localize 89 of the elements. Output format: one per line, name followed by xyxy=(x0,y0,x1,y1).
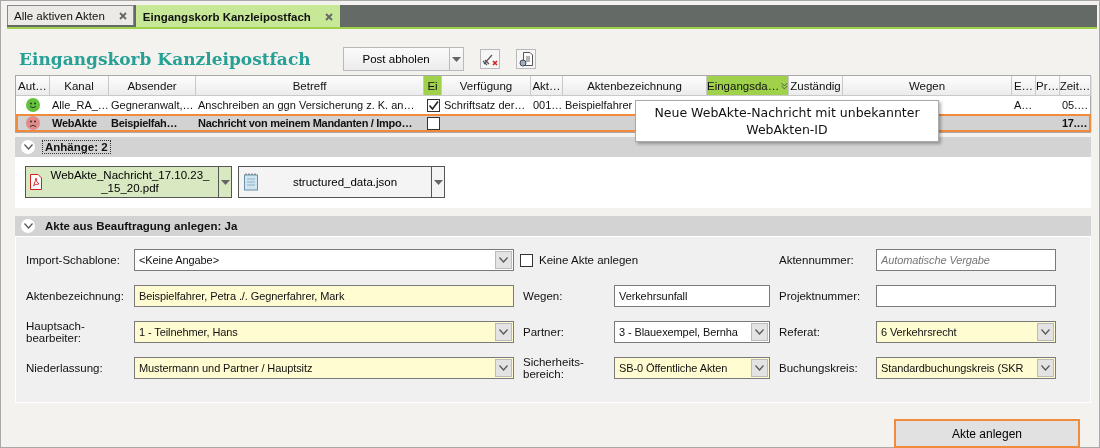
column-header[interactable]: Zuständig xyxy=(789,76,843,96)
dropdown-arrow-icon xyxy=(220,179,230,185)
dropdown-field[interactable]: SB-0 Öffentliche Akten xyxy=(614,357,770,379)
scrollbar[interactable] xyxy=(1091,76,1092,132)
chevron-down-icon xyxy=(499,257,508,263)
fetch-mail-button[interactable]: Post abholen xyxy=(343,48,449,70)
column-header[interactable]: Akt… xyxy=(531,76,563,96)
collapse-button[interactable] xyxy=(21,219,35,233)
column-header[interactable]: Betreff xyxy=(196,76,424,96)
chevron-down-icon xyxy=(1041,329,1050,335)
dropdown-arrow-icon xyxy=(433,179,443,185)
checkbox-label: Keine Akte anlegen xyxy=(539,254,639,266)
chevron-down-icon xyxy=(499,365,508,371)
dropdown-field[interactable]: <Keine Angabe> xyxy=(134,249,514,271)
column-header[interactable]: Kanal xyxy=(50,76,109,96)
column-header[interactable]: Pr… xyxy=(1036,76,1060,96)
input-field[interactable]: Automatische Vergabe xyxy=(876,249,1056,271)
column-header[interactable]: E… xyxy=(1012,76,1036,96)
field-label: Import-Schablone: xyxy=(26,254,121,266)
field-label: Hauptsach-bearbeiter: xyxy=(26,320,86,344)
chevron-down-icon xyxy=(755,365,764,371)
table-cell: WebAkte xyxy=(52,117,97,129)
table-cell: Anschreiben an ggn Versicherung z. K. an… xyxy=(198,99,415,111)
column-header[interactable]: Aktenbezeichnung xyxy=(563,76,707,96)
column-header[interactable]: Verfügung xyxy=(442,76,531,96)
dropdown-button[interactable] xyxy=(218,167,231,197)
field-label: Wegen: xyxy=(522,290,564,302)
column-header[interactable]: Ei xyxy=(424,76,442,96)
field-label: Partner: xyxy=(522,326,565,338)
field-label: Referat: xyxy=(778,326,821,338)
dropdown-field[interactable]: Standardbuchungskreis (SKR xyxy=(876,357,1056,379)
sort-arrow-icon xyxy=(781,81,788,90)
collapse-button[interactable] xyxy=(21,140,35,154)
dropdown-button[interactable] xyxy=(448,48,463,70)
field-label: Buchungskreis: xyxy=(778,362,859,374)
document-gear-icon xyxy=(517,51,534,67)
pdf-file-icon xyxy=(30,174,42,190)
table-cell: Beispielfahrer xyxy=(565,99,633,111)
chevron-down-icon xyxy=(755,329,764,335)
create-file-button[interactable]: Akte anlegen xyxy=(894,419,1080,448)
input-field[interactable]: Beispielfahrer, Petra ./. Gegnerfahrer, Mark xyxy=(134,285,514,307)
section-title: Anhänge: 2 xyxy=(43,141,110,153)
chevron-down-icon xyxy=(499,329,508,335)
table-cell: 001… xyxy=(533,99,563,111)
field-label: Sicherheits-bereich: xyxy=(522,356,585,380)
column-header[interactable]: Absender xyxy=(109,76,196,96)
attachment[interactable]: WebAkte_Nachricht_17.10.23__15_20.pdf xyxy=(25,166,232,198)
section-title: Akte aus Beauftragung anlegen: Ja xyxy=(44,220,239,232)
table-cell: A… xyxy=(1014,99,1033,111)
dropdown-button[interactable] xyxy=(431,167,444,197)
dropdown-field[interactable]: 3 - Blauexempel, Bernha xyxy=(614,321,770,343)
clear-filter-button[interactable] xyxy=(479,49,500,69)
table-cell: Gegneranwalt,… xyxy=(111,99,194,111)
close-icon[interactable] xyxy=(324,12,333,21)
notepad-icon xyxy=(243,173,259,191)
dropdown-field[interactable]: 1 - Teilnehmer, Hans xyxy=(134,321,514,343)
field-label: Aktennummer: xyxy=(778,254,855,266)
tab[interactable]: Eingangskorb Kanzleipostfach xyxy=(135,5,340,27)
table-cell: Nachricht von meinem Mandanten / Impo… xyxy=(198,117,413,129)
checkbox[interactable] xyxy=(426,98,440,112)
chevron-down-icon xyxy=(1041,365,1050,371)
dropdown-arrow-icon xyxy=(451,56,461,62)
checkbox[interactable] xyxy=(426,116,440,130)
table-cell: 17.… xyxy=(1062,117,1088,129)
tooltip: Neue WebAkte-Nachricht mit unbekannter WebAkten-ID xyxy=(635,100,939,142)
table-cell: Schriftsatz der… xyxy=(444,99,526,111)
page-title: Eingangskorb Kanzleipostfach xyxy=(19,49,311,69)
table-cell: Alle_RA_… xyxy=(52,99,109,111)
field-label: Niederlassung: xyxy=(26,362,104,374)
chevron-down-icon xyxy=(23,223,33,229)
column-header[interactable]: Wegen xyxy=(843,76,1012,96)
input-field[interactable] xyxy=(876,285,1056,307)
dropdown-field[interactable]: Mustermann und Partner / Hauptsitz xyxy=(134,357,514,379)
close-icon[interactable] xyxy=(118,11,127,20)
column-header[interactable]: Aut… xyxy=(16,76,50,96)
input-field[interactable]: Verkehrsunfall xyxy=(614,285,770,307)
tab[interactable]: Alle aktiven Akten xyxy=(7,5,134,25)
chevron-down-icon xyxy=(23,144,33,150)
field-label: Aktenbezeichnung: xyxy=(26,290,125,302)
checkbox[interactable] xyxy=(520,253,533,267)
table-cell: Beispielfah… xyxy=(111,117,178,129)
table-cell: 05.… xyxy=(1062,99,1089,111)
dropdown-field[interactable]: 6 Verkehrsrecht xyxy=(876,321,1056,343)
column-header[interactable]: Eingangsda… xyxy=(707,76,789,96)
document-settings-button[interactable] xyxy=(515,49,536,69)
attachment[interactable]: structured_data.json xyxy=(238,166,445,198)
field-label: Projektnummer: xyxy=(778,290,862,302)
split-button[interactable]: Post abholen xyxy=(342,47,464,71)
column-header[interactable]: Zeit… xyxy=(1060,76,1091,96)
